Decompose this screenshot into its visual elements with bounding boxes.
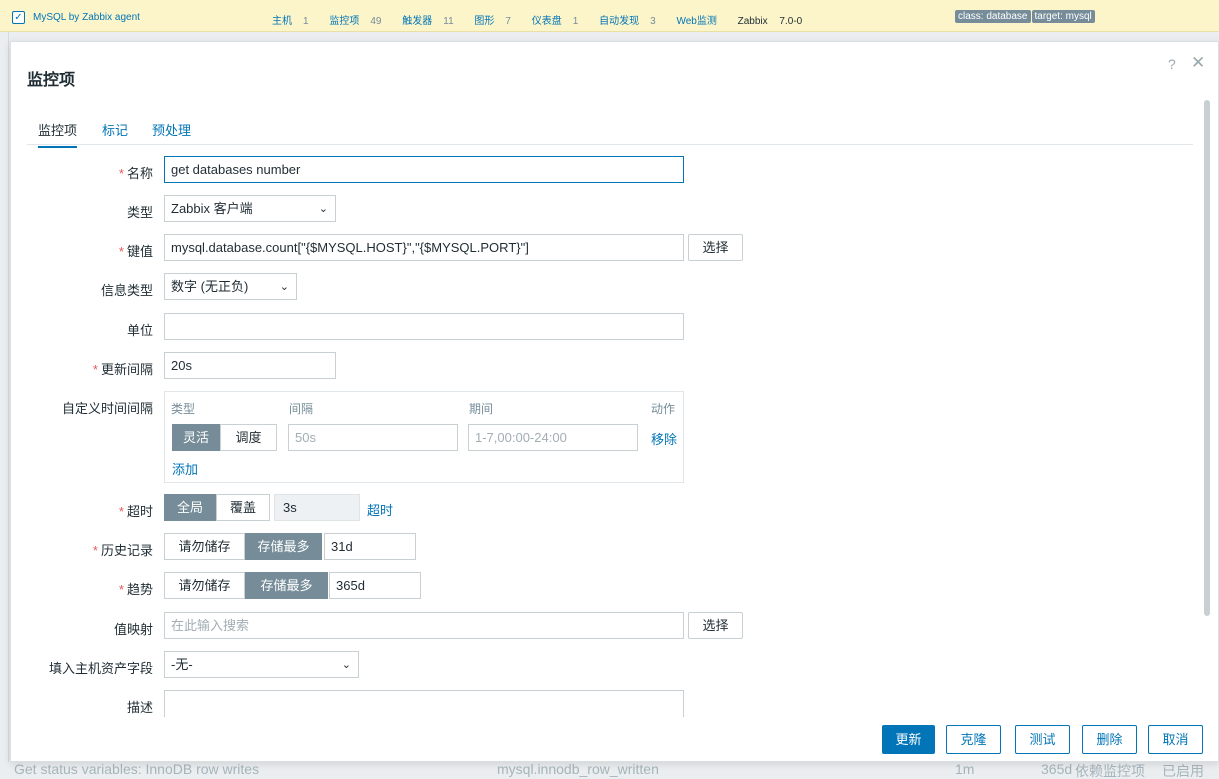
info-type-label: 信息类型 [100, 283, 153, 298]
template-name-link[interactable]: MySQL by Zabbix agent [33, 12, 140, 23]
row-item-history: 365d [1041, 761, 1073, 777]
col-header-interval: 间隔 [289, 402, 314, 416]
units-label: 单位 [126, 323, 153, 338]
chevron-down-icon: ⌄ [341, 659, 351, 671]
dialog-title: 监控项 [27, 72, 76, 89]
tag-badge: target: mysql [1031, 10, 1095, 23]
name-input[interactable]: get databases number [164, 156, 684, 183]
nav-link-graphs[interactable]: 图形 7 [474, 16, 520, 27]
test-button[interactable]: 测试 [1015, 725, 1070, 754]
description-label: 描述 [126, 700, 153, 715]
description-textarea[interactable] [164, 690, 684, 717]
item-edit-dialog: 监控项 ? ✕ 监控项 标记 预处理 * 名称 get databases num… [10, 41, 1219, 762]
chevron-down-icon: ⌄ [279, 281, 289, 293]
tag-badge: class: database [955, 10, 1031, 23]
row-item-key: mysql.innodb_row_written [497, 761, 659, 777]
help-icon[interactable]: ? [1168, 56, 1176, 72]
scrollbar[interactable] [1204, 100, 1210, 616]
history-input[interactable]: 31d [324, 533, 416, 560]
interval-input[interactable]: 50s [288, 424, 458, 451]
custom-intervals-table: 类型 间隔 期间 动作 灵活 调度 50s 1-7,00:00-24:00 移除… [164, 391, 684, 483]
tab-preprocessing[interactable]: 预处理 [152, 120, 191, 146]
trends-input[interactable]: 365d [329, 572, 421, 599]
row-item-interval: 1m [955, 761, 975, 777]
history-no-store-toggle[interactable]: 请勿储存 [164, 533, 245, 560]
close-icon[interactable]: ✕ [1191, 53, 1205, 73]
cancel-button[interactable]: 取消 [1148, 725, 1203, 754]
add-link[interactable]: 添加 [172, 459, 198, 478]
nav-link-discovery[interactable]: 自动发现 3 [599, 16, 665, 27]
type-label: 类型 [126, 205, 153, 220]
row-item-name: Get status variables: InnoDB row writes [14, 761, 260, 777]
timeout-global-toggle[interactable]: 全局 [164, 494, 216, 521]
col-header-action: 动作 [651, 402, 676, 416]
version-label: 7.0-0 [779, 16, 803, 27]
chevron-down-icon: ⌄ [318, 203, 328, 215]
inventory-select[interactable]: -无- ⌄ [164, 651, 359, 678]
remove-link[interactable]: 移除 [651, 429, 677, 448]
template-nav-links: 主机 1 监控项 49 触发器 11 图形 7 仪表盘 1 自动发现 3 Web监测 Zab… [272, 12, 811, 27]
tab-tags[interactable]: 标记 [102, 120, 128, 146]
name-label: * 名称 [118, 166, 153, 181]
inventory-label: 填入主机资产字段 [48, 661, 153, 676]
template-header-bar: ✓ MySQL by Zabbix agent 主机 1 监控项 49 触发器 11 … [0, 0, 1219, 32]
tab-bar: 监控项 标记 预处理 [27, 113, 1193, 148]
timeout-label: * 超时 [118, 504, 153, 519]
key-label: * 键值 [118, 244, 153, 259]
page-divider [8, 32, 9, 762]
value-map-label: 值映射 [113, 622, 153, 637]
timeout-input: 3s [274, 494, 360, 521]
trends-no-store-toggle[interactable]: 请勿储存 [164, 572, 245, 599]
nav-link-web[interactable]: Web监测 [676, 16, 725, 27]
nav-link-hosts[interactable]: 主机 1 [272, 16, 318, 27]
value-map-select-button[interactable]: 选择 [688, 612, 743, 639]
timeout-link[interactable]: 超时 [367, 500, 393, 519]
value-map-input[interactable]: 在此输入搜索 [164, 612, 684, 639]
clone-button[interactable]: 克隆 [946, 725, 1001, 754]
key-select-button[interactable]: 选择 [688, 234, 743, 261]
custom-intervals-label: 自定义时间间隔 [61, 401, 153, 416]
type-select[interactable]: Zabbix 客户端 ⌄ [164, 195, 336, 222]
vendor-label: Zabbix [737, 16, 768, 27]
scheduling-toggle[interactable]: 调度 [220, 424, 277, 451]
history-label: * 历史记录 [92, 543, 153, 558]
history-store-toggle[interactable]: 存储最多 [245, 533, 322, 560]
flexible-toggle[interactable]: 灵活 [172, 424, 220, 451]
delete-button[interactable]: 删除 [1082, 725, 1137, 754]
row-item-status: 已启用 [1162, 763, 1204, 779]
update-interval-input[interactable]: 20s [164, 352, 336, 379]
units-input[interactable] [164, 313, 684, 340]
update-interval-label: * 更新间隔 [92, 362, 153, 377]
info-type-select[interactable]: 数字 (无正负) ⌄ [164, 273, 297, 300]
trends-store-toggle[interactable]: 存储最多 [245, 572, 328, 599]
row-item-type: 依赖监控项 [1075, 763, 1145, 779]
nav-link-items[interactable]: 监控项 49 [329, 16, 390, 27]
key-input[interactable]: mysql.database.count["{$MYSQL.HOST}","{$… [164, 234, 684, 261]
col-header-type: 类型 [171, 402, 196, 416]
tab-item[interactable]: 监控项 [38, 120, 78, 148]
trends-label: * 趋势 [118, 582, 153, 597]
timeout-override-toggle[interactable]: 覆盖 [216, 494, 270, 521]
update-button[interactable]: 更新 [882, 725, 935, 754]
nav-link-dashboards[interactable]: 仪表盘 1 [532, 16, 588, 27]
row-checkbox[interactable]: ✓ [12, 11, 25, 24]
tag-list: class: database target: mysql [955, 10, 1096, 23]
col-header-period: 期间 [469, 402, 494, 416]
nav-link-triggers[interactable]: 触发器 11 [402, 16, 462, 27]
period-input[interactable]: 1-7,00:00-24:00 [468, 424, 638, 451]
